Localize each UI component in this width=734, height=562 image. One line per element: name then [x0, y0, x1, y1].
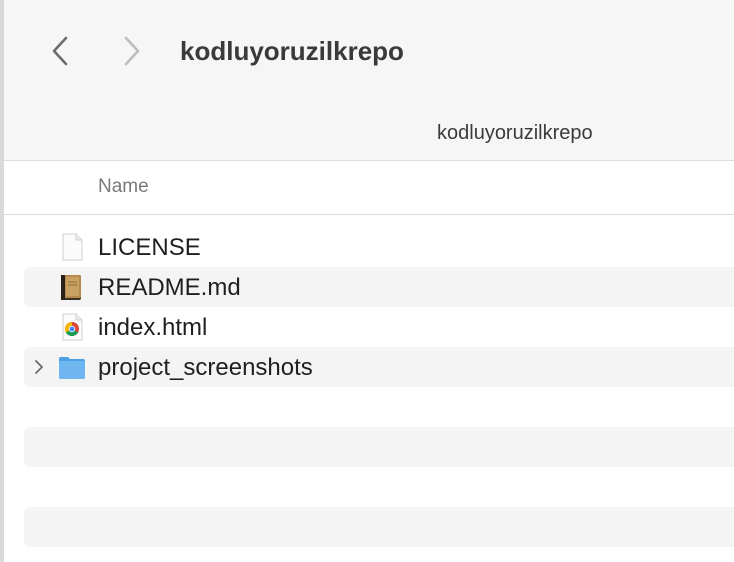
window-title: kodluyoruzilkrepo: [180, 36, 404, 66]
finder-window: kodluyoruzilkrepo kodluyoruzilkrepo Name…: [0, 0, 734, 562]
file-list: LICENSE README.md index.html project_scr…: [24, 227, 734, 547]
chevron-left-icon: [52, 36, 68, 66]
forward-button[interactable]: [117, 31, 147, 71]
file-name: README.md: [98, 274, 241, 301]
folder-row-project-screenshots[interactable]: project_screenshots: [24, 347, 734, 387]
file-row-license[interactable]: LICENSE: [24, 227, 734, 267]
file-row-readme[interactable]: README.md: [24, 267, 734, 307]
path-bar: kodluyoruzilkrepo: [4, 107, 734, 161]
toolbar: kodluyoruzilkrepo: [4, 0, 734, 107]
file-row-index-html[interactable]: index.html: [24, 307, 734, 347]
disclosure-triangle-icon[interactable]: [32, 359, 46, 375]
empty-row: [24, 427, 734, 467]
chevron-right-icon: [124, 36, 140, 66]
markdown-book-icon: [61, 275, 81, 300]
empty-row: [24, 387, 734, 427]
file-name: project_screenshots: [98, 354, 313, 381]
chrome-html-icon: [62, 313, 83, 341]
empty-row: [24, 507, 734, 547]
file-name: LICENSE: [98, 234, 201, 261]
document-icon: [62, 233, 83, 261]
file-name: index.html: [98, 314, 208, 341]
column-header: Name: [4, 161, 734, 215]
column-header-name[interactable]: Name: [98, 175, 149, 199]
path-folder-label: kodluyoruzilkrepo: [437, 122, 593, 144]
folder-icon: [59, 357, 85, 379]
empty-row: [24, 467, 734, 507]
back-button[interactable]: [45, 31, 75, 71]
